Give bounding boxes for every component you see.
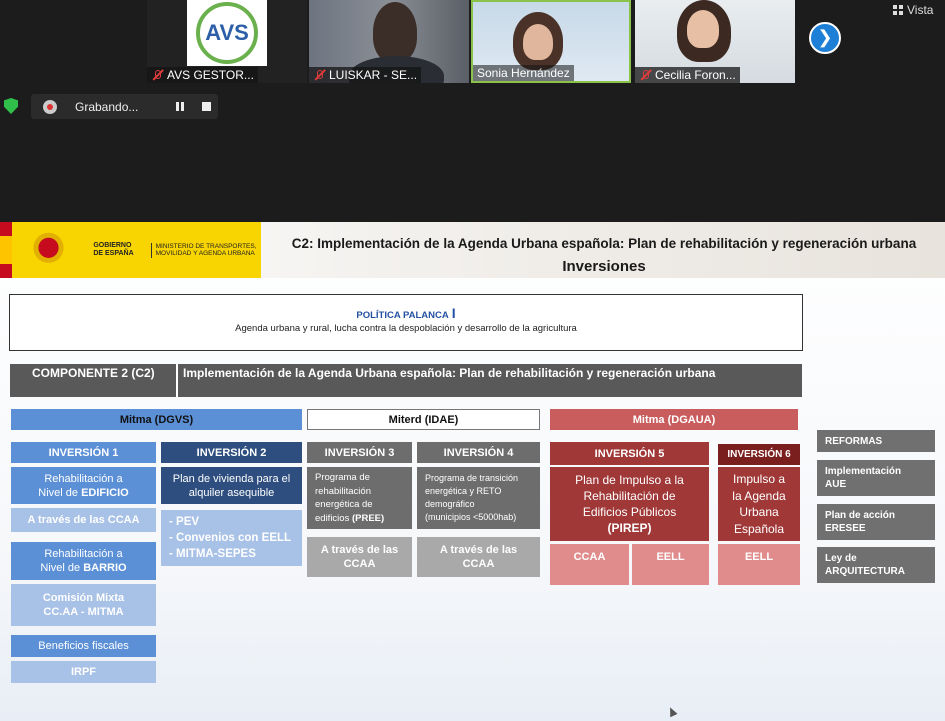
- flag-strip: [0, 222, 12, 278]
- mic-muted-icon: [151, 69, 163, 81]
- inversion-2-description: Plan de vivienda para el alquiler asequi…: [161, 467, 302, 504]
- mouse-cursor-icon: [666, 705, 678, 718]
- header-mitma-dgvs: Mitma (DGVS): [11, 409, 302, 430]
- reforma-plan-eresee: Plan de acción ERESEE: [817, 504, 935, 540]
- video-call-bar: AVS AVS GESTOR... LUISKAR - SE... Sonia …: [0, 0, 945, 222]
- inversion-1-comision: Comisión Mixta CC.AA - MITMA: [11, 584, 156, 626]
- stop-recording-icon[interactable]: [202, 102, 211, 111]
- header-mitma-dgaua: Mitma (DGAUA): [550, 409, 798, 430]
- participant-face: [523, 24, 553, 60]
- coat-of-arms-icon: [26, 228, 72, 272]
- slide-header: GOBIERNO DE ESPAÑA MINISTERIO DE TRANSPO…: [0, 222, 945, 278]
- participant-name: Cecilia Foron...: [635, 67, 740, 83]
- participant-name: AVS GESTOR...: [147, 67, 258, 83]
- recording-indicator: Grabando...: [31, 94, 218, 119]
- participant-name: Sonia Hernández: [473, 65, 574, 81]
- inversion-2-title: INVERSIÓN 2: [161, 442, 302, 463]
- reformas-title: REFORMAS: [817, 430, 935, 452]
- participant-tile-cecilia[interactable]: Cecilia Foron...: [635, 0, 795, 83]
- inversion-1-barrio: Rehabilitación a Nivel de BARRIO: [11, 542, 156, 580]
- component-bar: COMPONENTE 2 (C2) Implementación de la A…: [10, 364, 802, 397]
- reforma-ley-arquitectura: Ley de ARQUITECTURA: [817, 547, 935, 583]
- inversion-5-description: Plan de Impulso a la Rehabilitación de E…: [550, 467, 709, 541]
- inversion-6-eell: EELL: [718, 544, 800, 585]
- policy-title: POLÍTICA PALANCA I: [356, 305, 456, 321]
- participant-tile-avs[interactable]: AVS AVS GESTOR...: [147, 0, 307, 83]
- next-participants-button[interactable]: ❯: [809, 22, 841, 54]
- recording-icon: [43, 99, 57, 114]
- inversion-4-title: INVERSIÓN 4: [417, 442, 540, 463]
- policy-box: POLÍTICA PALANCA I Agenda urbana y rural,…: [9, 294, 803, 351]
- inversion-5-eell: EELL: [632, 544, 709, 585]
- avs-logo: AVS: [187, 0, 267, 66]
- inversion-3-via: A través de las CCAA: [307, 537, 412, 577]
- inversion-1-irpf: IRPF: [11, 661, 156, 683]
- component-description: Implementación de la Agenda Urbana españ…: [183, 366, 716, 380]
- security-shield-icon[interactable]: [4, 98, 18, 114]
- inversion-1-title: INVERSIÓN 1: [11, 442, 156, 463]
- pause-recording-icon[interactable]: [176, 102, 184, 111]
- participant-face: [687, 10, 719, 48]
- slide-title: C2: Implementación de la Agenda Urbana e…: [291, 236, 917, 251]
- participant-tile-luiskar[interactable]: LUISKAR - SE...: [309, 0, 469, 83]
- grid-view-icon: [893, 5, 903, 15]
- inversion-5-title: INVERSIÓN 5: [550, 442, 709, 465]
- inversion-6-title: INVERSIÓN 6: [718, 444, 800, 465]
- header-miterd-idae: Miterd (IDAE): [307, 409, 540, 430]
- inversion-6-description: Impulso a la Agenda Urbana Española: [718, 467, 800, 541]
- slide-subtitle: Inversiones: [562, 258, 646, 275]
- inversion-1-edificio: Rehabilitación a Nivel de EDIFICIO: [11, 467, 156, 504]
- policy-description: Agenda urbana y rural, lucha contra la d…: [235, 323, 577, 334]
- component-label: COMPONENTE 2 (C2): [10, 364, 178, 397]
- inversion-1-beneficios: Beneficios fiscales: [11, 635, 156, 657]
- reforma-implementacion-aue: Implementación AUE: [817, 460, 935, 496]
- participant-name: LUISKAR - SE...: [309, 67, 422, 83]
- inversion-4-via: A través de las CCAA: [417, 537, 540, 577]
- government-logo: GOBIERNO DE ESPAÑA MINISTERIO DE TRANSPO…: [12, 222, 261, 278]
- mic-muted-icon: [313, 69, 325, 81]
- inversion-3-title: INVERSIÓN 3: [307, 442, 412, 463]
- inversion-5-ccaa: CCAA: [550, 544, 629, 585]
- inversion-2-list: - PEV - Convenios con EELL - MITMA-SEPES: [161, 510, 302, 566]
- inversion-1-ccaa: A través de las CCAA: [11, 508, 156, 532]
- view-button[interactable]: Vista: [893, 3, 933, 17]
- inversion-3-description: Programa de rehabilitación energética de…: [307, 467, 412, 529]
- inversion-4-description: Programa de transición energética y RETO…: [417, 467, 540, 529]
- shared-slide: GOBIERNO DE ESPAÑA MINISTERIO DE TRANSPO…: [0, 222, 945, 721]
- participant-video: [373, 2, 417, 62]
- mic-muted-icon: [639, 69, 651, 81]
- participant-tile-sonia[interactable]: Sonia Hernández: [471, 0, 631, 83]
